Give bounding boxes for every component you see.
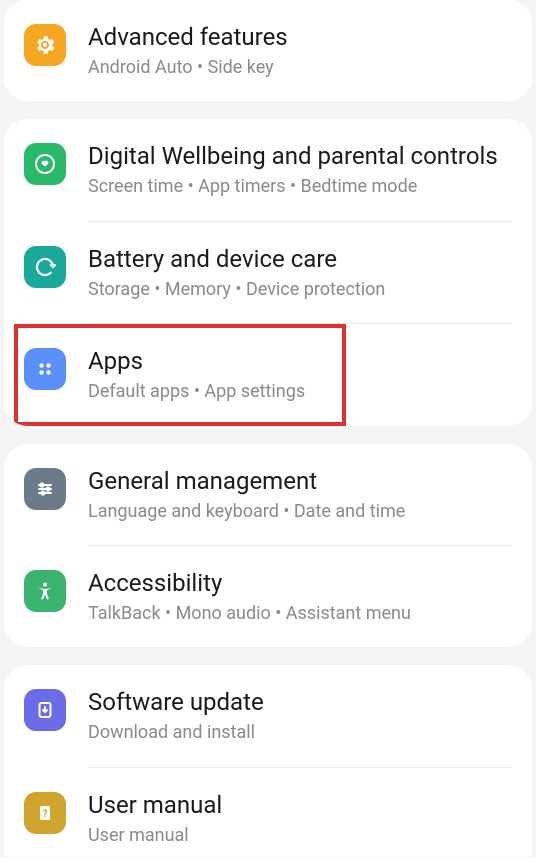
settings-item-text: Apps Default apps • App settings xyxy=(88,346,512,403)
settings-item-user-manual[interactable]: ? User manual User manual xyxy=(4,768,532,857)
settings-group: Software update Download and install ? U… xyxy=(4,665,532,857)
accessibility-icon xyxy=(24,570,66,612)
settings-item-subtitle: Download and install xyxy=(88,721,512,744)
settings-group: Advanced features Android Auto • Side ke… xyxy=(4,0,532,101)
settings-item-title: Accessibility xyxy=(88,568,512,598)
settings-item-advanced-features[interactable]: Advanced features Android Auto • Side ke… xyxy=(4,0,532,101)
settings-group: Digital Wellbeing and parental controls … xyxy=(4,119,532,425)
settings-item-text: Software update Download and install xyxy=(88,687,512,744)
settings-item-text: Battery and device care Storage • Memory… xyxy=(88,244,512,301)
heart-icon xyxy=(24,143,66,185)
refresh-icon xyxy=(24,246,66,288)
settings-item-digital-wellbeing[interactable]: Digital Wellbeing and parental controls … xyxy=(4,119,532,220)
settings-group: General management Language and keyboard… xyxy=(4,444,532,648)
settings-item-subtitle: Language and keyboard • Date and time xyxy=(88,500,512,523)
settings-item-apps[interactable]: Apps Default apps • App settings xyxy=(4,324,532,425)
apps-grid-icon xyxy=(24,348,66,390)
settings-item-text: Accessibility TalkBack • Mono audio • As… xyxy=(88,568,512,625)
settings-item-title: General management xyxy=(88,466,512,496)
settings-item-title: Software update xyxy=(88,687,512,717)
settings-item-text: Digital Wellbeing and parental controls … xyxy=(88,141,512,198)
sliders-icon xyxy=(24,468,66,510)
settings-item-accessibility[interactable]: Accessibility TalkBack • Mono audio • As… xyxy=(4,546,532,647)
gear-plus-icon xyxy=(24,24,66,66)
settings-item-text: User manual User manual xyxy=(88,790,512,847)
settings-item-subtitle: Screen time • App timers • Bedtime mode xyxy=(88,175,512,198)
settings-item-title: User manual xyxy=(88,790,512,820)
settings-item-title: Advanced features xyxy=(88,22,512,52)
settings-item-title: Apps xyxy=(88,346,512,376)
settings-item-software-update[interactable]: Software update Download and install xyxy=(4,665,532,766)
settings-item-title: Battery and device care xyxy=(88,244,512,274)
settings-item-subtitle: TalkBack • Mono audio • Assistant menu xyxy=(88,602,512,625)
settings-item-text: Advanced features Android Auto • Side ke… xyxy=(88,22,512,79)
settings-item-title: Digital Wellbeing and parental controls xyxy=(88,141,512,171)
svg-text:?: ? xyxy=(43,809,48,820)
settings-item-subtitle: User manual xyxy=(88,824,512,847)
settings-item-subtitle: Storage • Memory • Device protection xyxy=(88,278,512,301)
download-icon xyxy=(24,689,66,731)
settings-item-text: General management Language and keyboard… xyxy=(88,466,512,523)
settings-item-subtitle: Android Auto • Side key xyxy=(88,56,512,79)
settings-item-general-management[interactable]: General management Language and keyboard… xyxy=(4,444,532,545)
question-book-icon: ? xyxy=(24,792,66,834)
settings-item-subtitle: Default apps • App settings xyxy=(88,380,512,403)
settings-item-battery-device-care[interactable]: Battery and device care Storage • Memory… xyxy=(4,222,532,323)
